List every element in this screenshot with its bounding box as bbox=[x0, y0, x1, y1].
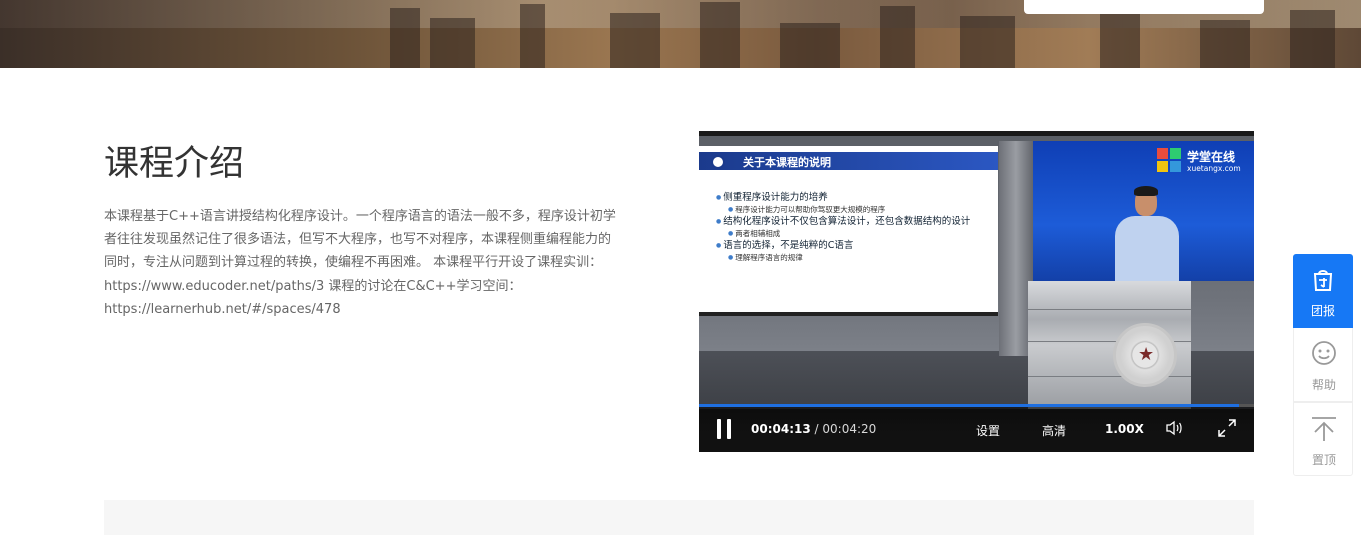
duration: 00:04:20 bbox=[822, 422, 877, 436]
quality-button[interactable]: 高清 bbox=[1042, 422, 1066, 439]
slide-bullet: 语言的选择，不是纯粹的C语言 bbox=[716, 239, 996, 252]
back-to-top-icon bbox=[1311, 415, 1337, 441]
video-frame: 关于本课程的说明 侧重程序设计能力的培养 程序设计能力可以帮助你驾驭更大规模的程… bbox=[699, 136, 1254, 409]
pause-button[interactable] bbox=[717, 419, 733, 439]
fullscreen-icon[interactable] bbox=[1218, 419, 1236, 437]
intro-line: 本课程基于C++语言讲授结构化程序设计。一个程序语言的语法一般不多，程序设计初学 bbox=[104, 209, 616, 224]
lecture-slide: 关于本课程的说明 侧重程序设计能力的培养 程序设计能力可以帮助你驾驭更大规模的程… bbox=[699, 146, 998, 316]
slide-bullets: 侧重程序设计能力的培养 程序设计能力可以帮助你驾驭更大规模的程序 结构化程序设计… bbox=[716, 191, 996, 263]
sidebar-item-help[interactable]: 帮助 bbox=[1293, 328, 1353, 402]
sidebar-item-label: 帮助 bbox=[1311, 378, 1336, 392]
settings-button[interactable]: 设置 bbox=[976, 422, 1000, 439]
intro-line: https://learnerhub.net/#/spaces/478 bbox=[104, 301, 341, 317]
sidebar-item-label: 团报 bbox=[1310, 304, 1335, 318]
university-seal-icon: ★ bbox=[1113, 323, 1177, 387]
slide-subbullet: 程序设计能力可以帮助你驾驭更大规模的程序 bbox=[716, 204, 996, 215]
progress-bar[interactable] bbox=[699, 404, 1254, 407]
sidebar-item-back-to-top[interactable]: 置顶 bbox=[1293, 402, 1353, 476]
sidebar-item-label: 置顶 bbox=[1311, 453, 1336, 467]
pause-icon bbox=[717, 419, 721, 439]
university-logo-icon bbox=[711, 155, 725, 169]
time-display: 00:04:13 / 00:04:20 bbox=[751, 422, 876, 436]
group-buy-icon bbox=[1310, 266, 1336, 292]
sidebar-item-group-buy[interactable]: 团报 bbox=[1293, 254, 1353, 328]
video-player[interactable]: 关于本课程的说明 侧重程序设计能力的培养 程序设计能力可以帮助你驾驭更大规模的程… bbox=[699, 131, 1254, 452]
slide-title: 关于本课程的说明 bbox=[743, 156, 831, 169]
intro-line: 者往往发现虽然记住了很多语法，但写不大程序，也写不对程序，本课程侧重编程能力的 bbox=[104, 232, 612, 248]
current-time: 00:04:13 bbox=[751, 422, 811, 436]
course-intro-text: 本课程基于C++语言讲授结构化程序设计。一个程序语言的语法一般不多，程序设计初学… bbox=[104, 205, 656, 321]
progress-fill bbox=[699, 404, 1239, 407]
slide-bullet: 结构化程序设计不仅包含算法设计，还包含数据结构的设计 bbox=[716, 215, 996, 228]
slide-subbullet: 两者相辅相成 bbox=[716, 228, 996, 239]
section-title: 课程介绍 bbox=[104, 144, 245, 184]
intro-line: https://www.educoder.net/paths/3 课程的讨论在C… bbox=[104, 278, 522, 294]
video-controls: 00:04:13 / 00:04:20 设置 高清 1.00X bbox=[699, 404, 1254, 452]
smiley-help-icon bbox=[1311, 340, 1337, 366]
watermark-subtitle: xuetangx.com bbox=[1187, 164, 1241, 173]
intro-line: 同时，专注从问题到计算过程的转换，使编程不再困难。 本课程平行开设了课程实训： bbox=[104, 255, 603, 271]
xuetangx-logo-icon bbox=[1157, 148, 1183, 174]
header-card bbox=[1024, 0, 1264, 14]
watermark-title: 学堂在线 bbox=[1187, 150, 1236, 164]
volume-icon[interactable] bbox=[1165, 420, 1183, 436]
time-separator: / bbox=[810, 422, 823, 436]
speed-button[interactable]: 1.00X bbox=[1105, 422, 1144, 436]
slide-subbullet: 理解程序语言的规律 bbox=[716, 252, 996, 263]
lecturer bbox=[1109, 186, 1185, 286]
content-panel bbox=[104, 500, 1254, 535]
slide-bullet: 侧重程序设计能力的培养 bbox=[716, 191, 996, 204]
